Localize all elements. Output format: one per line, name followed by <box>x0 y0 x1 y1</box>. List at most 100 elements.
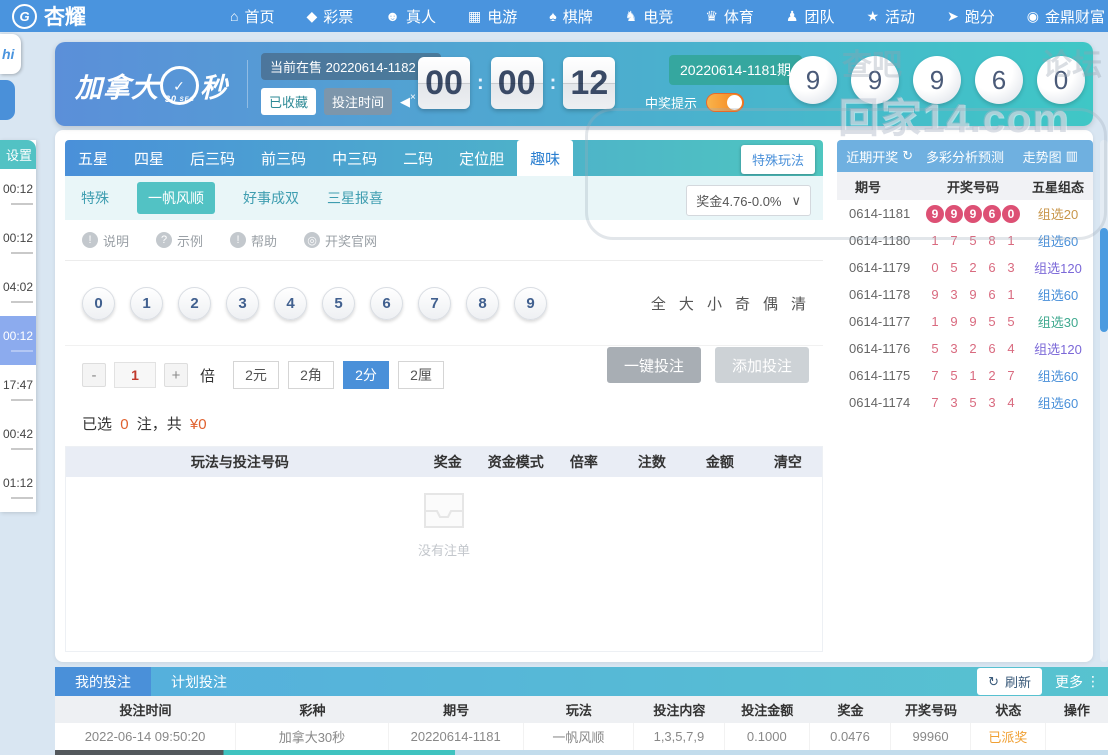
quick-option-odd[interactable]: 奇 <box>735 293 750 314</box>
draw-pattern[interactable]: 组选60 <box>1023 366 1093 385</box>
link-help[interactable]: ! 帮助 <box>230 231 277 250</box>
unit-2yuan-button[interactable]: 2元 <box>233 361 280 389</box>
left-quicknav-item[interactable]: 00:42 <box>0 414 36 463</box>
quick-option-even[interactable]: 偶 <box>763 293 778 314</box>
tab-recent-draws[interactable]: 近期开奖 ↻ <box>837 140 922 172</box>
draw-row[interactable]: 0614-1179 05263 组选120 <box>837 254 1093 281</box>
number-ball-0[interactable]: 0 <box>82 286 115 320</box>
floating-hichat-icon[interactable]: hi <box>0 34 21 74</box>
tab-plan-bets[interactable]: 计划投注 <box>151 667 247 696</box>
floating-panel-handle[interactable] <box>0 80 15 120</box>
subtab-three-star[interactable]: 三星报喜 <box>327 188 383 208</box>
draw-ball: 9 <box>789 56 837 104</box>
subtab-double-happiness[interactable]: 好事成双 <box>243 188 299 208</box>
subtab-smooth-sailing-active[interactable]: 一帆风顺 <box>137 182 215 214</box>
tab-last-three[interactable]: 后三码 <box>177 140 248 176</box>
draw-pattern[interactable]: 组选20 <box>1023 204 1093 223</box>
cart-col-bet-count: 注数 <box>637 454 666 470</box>
left-quicknav-item[interactable]: 00:12 <box>0 169 36 218</box>
nav-item-esports[interactable]: ♞ 电竞 <box>625 6 674 27</box>
tab-my-bets-active[interactable]: 我的投注 <box>55 667 151 696</box>
prize-mode-select[interactable]: 奖金4.76-0.0% ∨ <box>686 185 811 216</box>
special-play-button[interactable]: 特殊玩法 <box>740 145 815 174</box>
left-quicknav-item[interactable]: 17:47 <box>0 365 36 414</box>
quick-option-big[interactable]: 大 <box>679 293 694 314</box>
nav-item-lottery[interactable]: ◆ 彩票 <box>306 6 353 27</box>
unit-2li-button[interactable]: 2厘 <box>398 361 445 389</box>
subtab-special[interactable]: 特殊 <box>81 188 109 208</box>
draw-pattern[interactable]: 组选120 <box>1023 258 1093 277</box>
tab-front-three[interactable]: 前三码 <box>248 140 319 176</box>
one-key-bet-button[interactable]: 一键投注 <box>607 347 701 383</box>
number-ball-5[interactable]: 5 <box>322 286 355 320</box>
draw-pattern[interactable]: 组选60 <box>1023 285 1093 304</box>
quick-option-small[interactable]: 小 <box>707 293 722 314</box>
number-ball-3[interactable]: 3 <box>226 286 259 320</box>
tab-fun-active[interactable]: 趣味 <box>517 140 574 176</box>
nav-item-boardgames[interactable]: ♠ 棋牌 <box>549 6 592 27</box>
draw-row[interactable]: 0614-1181 9 9 9 6 0 组选20 <box>837 200 1093 227</box>
bet-draw-number: 99960 <box>891 723 972 750</box>
add-bet-button[interactable]: 添加投注 <box>715 347 809 383</box>
draw-row[interactable]: 0614-1180 17581 组选60 <box>837 227 1093 254</box>
number-ball-9[interactable]: 9 <box>514 286 547 320</box>
left-quicknav-item-active[interactable]: 00:12 <box>0 316 36 365</box>
draw-row[interactable]: 0614-1174 73534 组选60 <box>837 389 1093 416</box>
number-ball-6[interactable]: 6 <box>370 286 403 320</box>
number-ball-8[interactable]: 8 <box>466 286 499 320</box>
draw-pattern[interactable]: 组选120 <box>1023 339 1093 358</box>
tab-five-star[interactable]: 五星 <box>65 140 121 176</box>
tab-position[interactable]: 定位胆 <box>446 140 517 176</box>
more-button[interactable]: 更多 ⋮ <box>1055 672 1100 692</box>
scrollbar-thumb[interactable] <box>1100 228 1108 332</box>
bet-time-badge[interactable]: 投注时间 <box>324 88 393 115</box>
left-quicknav-item[interactable]: 00:12 <box>0 218 36 267</box>
nav-item-jinding-wealth[interactable]: ◉ 金鼎财富 <box>1027 6 1105 27</box>
bet-action <box>1046 723 1108 750</box>
nav-item-live[interactable]: ☻ 真人 <box>385 6 436 27</box>
number-ball-2[interactable]: 2 <box>178 286 211 320</box>
draw-pattern[interactable]: 组选30 <box>1023 312 1093 331</box>
link-instructions[interactable]: ! 说明 <box>82 231 129 250</box>
nav-item-activity[interactable]: ★ 活动 <box>866 6 915 27</box>
link-official-site[interactable]: ◎ 开奖官网 <box>304 231 377 250</box>
draw-pattern[interactable]: 组选60 <box>1023 393 1093 412</box>
left-panel-settings[interactable]: 设置 <box>0 140 36 169</box>
win-tip-toggle[interactable] <box>706 93 745 112</box>
draw-row[interactable]: 0614-1177 19955 组选30 <box>837 308 1093 335</box>
favorited-badge[interactable]: 已收藏 <box>261 88 317 115</box>
nav-item-paofen[interactable]: ➤ 跑分 <box>947 6 995 27</box>
draw-pattern[interactable]: 组选60 <box>1023 231 1093 250</box>
number-ball-4[interactable]: 4 <box>274 286 307 320</box>
tab-middle-three[interactable]: 中三码 <box>319 140 390 176</box>
cart-col-clear[interactable]: 清空 <box>754 452 822 472</box>
number-ball-7[interactable]: 7 <box>418 286 451 320</box>
left-quicknav-item[interactable]: 01:12 <box>0 463 36 512</box>
tab-two-digit[interactable]: 二码 <box>390 140 446 176</box>
nav-item-sports[interactable]: ♛ 体育 <box>705 6 754 27</box>
unit-2fen-button-active[interactable]: 2分 <box>343 361 390 389</box>
nav-item-egames[interactable]: ▦ 电游 <box>468 6 517 27</box>
tab-four-star[interactable]: 四星 <box>121 140 177 176</box>
multiplier-minus-button[interactable]: - <box>82 363 106 387</box>
link-example[interactable]: ? 示例 <box>156 231 203 250</box>
draw-row[interactable]: 0614-1175 75127 组选60 <box>837 362 1093 389</box>
refresh-button[interactable]: ↻ 刷新 <box>977 668 1042 695</box>
tab-analysis-forecast[interactable]: 多彩分析预测 <box>922 140 1007 172</box>
unit-2jiao-button[interactable]: 2角 <box>288 361 335 389</box>
multiplier-plus-button[interactable]: + <box>164 363 188 387</box>
draw-row[interactable]: 0614-1176 53264 组选120 <box>837 335 1093 362</box>
mute-icon[interactable]: ◀ × <box>400 92 416 110</box>
number-ball-1[interactable]: 1 <box>130 286 163 320</box>
quick-option-all[interactable]: 全 <box>651 293 666 314</box>
nav-item-team[interactable]: ♟ 团队 <box>786 6 835 27</box>
vertical-scrollbar[interactable] <box>1100 140 1108 662</box>
draw-row[interactable]: 0614-1178 93961 组选60 <box>837 281 1093 308</box>
brand[interactable]: G 杏耀 <box>12 1 152 31</box>
multiplier-input[interactable]: 1 <box>114 362 156 388</box>
quick-option-clear[interactable]: 清 <box>791 293 806 314</box>
left-quicknav-item[interactable]: 04:02 <box>0 267 36 316</box>
nav-item-home[interactable]: ⌂ 首页 <box>230 6 274 27</box>
tab-trend-chart[interactable]: 走势图 ▥ <box>1008 140 1093 172</box>
bet-status-paid[interactable]: 已派奖 <box>971 723 1046 750</box>
